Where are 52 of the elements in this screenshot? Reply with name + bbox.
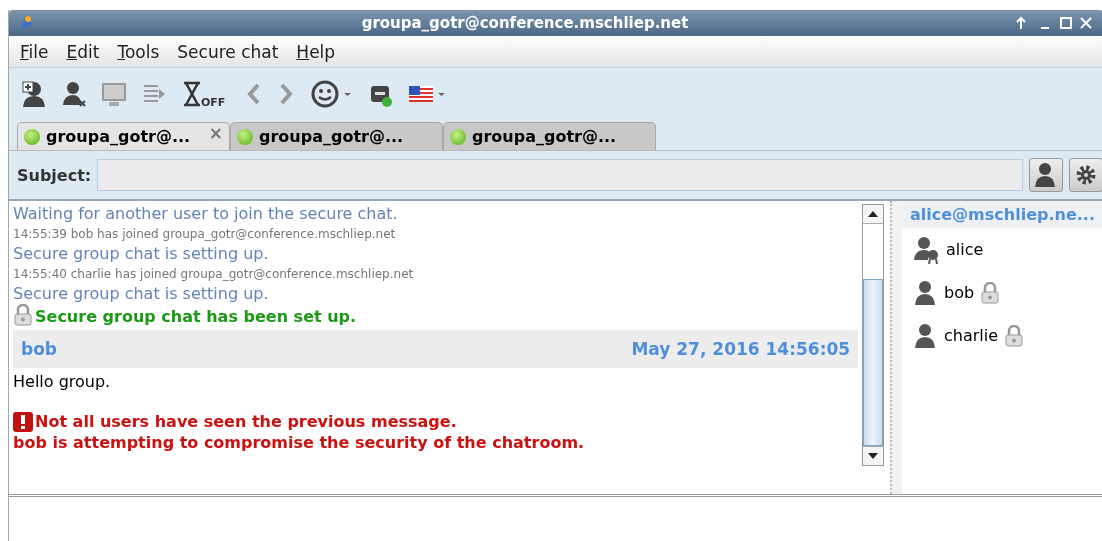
user-icon bbox=[914, 279, 938, 306]
member-name: alice bbox=[946, 240, 984, 259]
roster-member[interactable]: bob bbox=[902, 271, 1102, 314]
add-contact-icon[interactable] bbox=[21, 80, 47, 108]
warning-message: Not all users have seen the previous message. bbox=[35, 411, 457, 432]
smiley-icon[interactable] bbox=[309, 80, 353, 108]
member-name: bob bbox=[944, 283, 975, 302]
scroll-up-icon[interactable] bbox=[868, 211, 879, 217]
chat-tab[interactable]: groupa_gotr@... × bbox=[17, 122, 230, 150]
status-message: Secure group chat is setting up. bbox=[13, 244, 270, 264]
sender-name: bob bbox=[21, 339, 58, 359]
user-badge-icon bbox=[914, 235, 940, 264]
subject-field[interactable] bbox=[97, 159, 1023, 191]
user-icon bbox=[914, 322, 938, 349]
status-message: Secure group chat is setting up. bbox=[13, 284, 270, 304]
menu-item[interactable]: Tools bbox=[112, 41, 165, 62]
close-tab-icon[interactable]: × bbox=[208, 123, 223, 143]
lock-icon bbox=[980, 281, 1001, 304]
window-controls-icon[interactable] bbox=[1015, 15, 1095, 31]
menu-item[interactable]: File bbox=[15, 41, 54, 62]
window-title: groupa_gotr@conference.mschliep.net bbox=[360, 14, 690, 32]
scroll-down-icon[interactable] bbox=[868, 453, 879, 459]
roster-member[interactable]: charlie bbox=[902, 314, 1102, 357]
menu-item[interactable]: Help bbox=[291, 41, 341, 62]
status-message: Waiting for another user to join the secure chat. bbox=[13, 204, 399, 224]
subject-label: Subject: bbox=[17, 165, 92, 185]
user-settings-button[interactable] bbox=[1029, 158, 1063, 192]
message-time: May 27, 2016 14:56:05 bbox=[631, 339, 851, 359]
lock-icon bbox=[1004, 324, 1025, 347]
message-text: Hello group. bbox=[13, 371, 112, 393]
warning-icon bbox=[13, 412, 33, 432]
menu-item[interactable]: Edit bbox=[61, 41, 105, 62]
gear-icon bbox=[1075, 164, 1097, 186]
chat-tab[interactable]: groupa_gotr@... bbox=[443, 122, 656, 150]
message-input[interactable] bbox=[9, 494, 1102, 541]
join-notice: 14:55:39 bob has joined groupa_gotr@conference.mschliep.net bbox=[13, 226, 397, 243]
roster-member[interactable]: alice bbox=[902, 228, 1102, 271]
online-status-icon bbox=[24, 128, 40, 145]
menu-item[interactable]: Secure chat bbox=[172, 41, 284, 62]
remove-user-icon[interactable] bbox=[61, 80, 87, 108]
online-status-icon bbox=[450, 128, 466, 145]
secure-message: Secure group chat has been set up. bbox=[35, 307, 357, 326]
lock-icon bbox=[13, 304, 33, 326]
join-notice: 14:55:40 charlie has joined groupa_gotr@conference.mschliep.net bbox=[13, 266, 415, 283]
scrollbar[interactable] bbox=[862, 204, 885, 466]
chat-tab[interactable]: groupa_gotr@... bbox=[230, 122, 443, 150]
settings-button[interactable] bbox=[1069, 158, 1102, 192]
app-icon bbox=[17, 14, 35, 32]
roster-header: alice@mschliep.ne... bbox=[902, 201, 1102, 228]
warning-message: bob is attempting to compromise the security of the chatroom. bbox=[13, 432, 585, 453]
online-status-icon bbox=[237, 128, 253, 145]
member-name: charlie bbox=[944, 326, 999, 345]
